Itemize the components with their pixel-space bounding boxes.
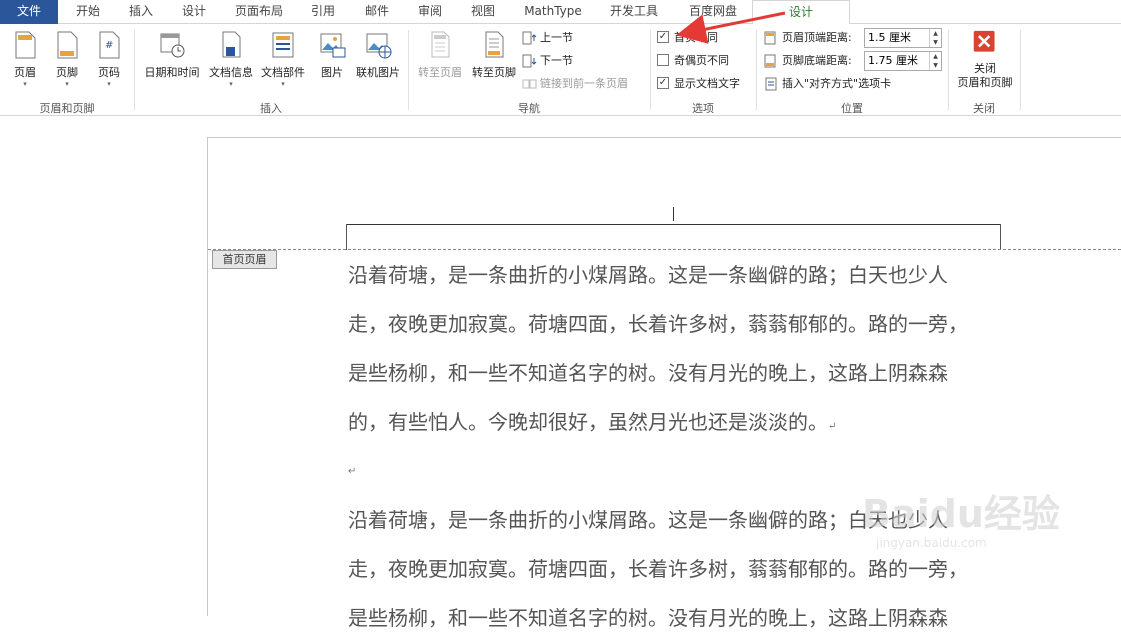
annotation-arrow-icon — [676, 11, 786, 44]
